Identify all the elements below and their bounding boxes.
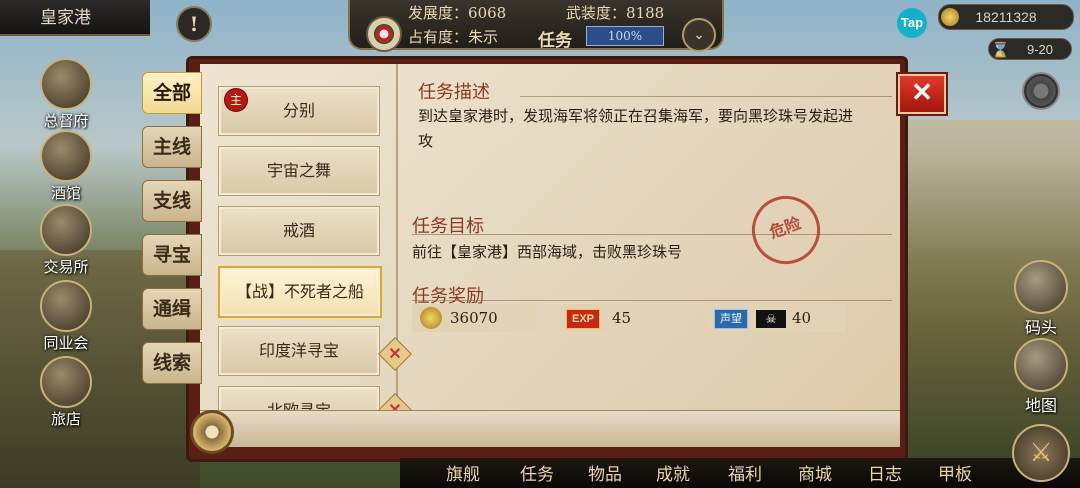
quest-item[interactable]: 宇宙之舞 xyxy=(218,146,380,196)
anchor-icon xyxy=(40,280,92,332)
nav-welfare[interactable]: 福利 xyxy=(728,460,762,485)
tab-treasure[interactable]: 寻宝 xyxy=(142,234,202,276)
quest-item[interactable]: 北欧寻宝 xyxy=(218,386,380,410)
quest-item-selected[interactable]: 【战】不死者之船 xyxy=(218,266,382,318)
reward-reputation: 声望 ☠ 40 xyxy=(708,304,846,332)
panel-scroll-rod xyxy=(200,410,900,447)
city-icon-guild[interactable]: 同业会 xyxy=(36,280,96,353)
dropdown-chevron-icon[interactable]: ⌄ xyxy=(682,18,716,52)
stats-bar xyxy=(348,0,724,50)
nav-log[interactable]: 日志 xyxy=(868,460,902,485)
nav-achievements[interactable]: 成就 xyxy=(656,460,690,485)
inn-icon xyxy=(40,356,92,408)
tavern-icon xyxy=(40,130,92,182)
reward-gold: 36070 xyxy=(412,304,536,332)
armament-stat: 武装度：8188 xyxy=(566,4,665,22)
development-stat: 发展度：6068 xyxy=(408,4,507,22)
nation-flag-icon xyxy=(366,16,402,52)
nav-tasks[interactable]: 任务 xyxy=(520,460,554,485)
pirate-flag-icon: ☠ xyxy=(756,310,786,328)
map-button[interactable]: 地图 xyxy=(1008,338,1074,416)
gear-icon[interactable] xyxy=(1022,72,1060,110)
alert-icon[interactable]: ! xyxy=(176,6,212,42)
desc-title: 任务描述 xyxy=(418,82,490,103)
quest-item[interactable]: 戒酒 xyxy=(218,206,380,256)
hourglass-icon: ⌛ xyxy=(991,42,1010,59)
close-button[interactable]: ✕ xyxy=(898,74,946,114)
nav-deck[interactable]: 甲板 xyxy=(938,460,972,485)
occupancy-stat: 占有度：朱示 xyxy=(408,28,499,46)
quest-list[interactable]: 分别 宇宙之舞 戒酒 【战】不死者之船 印度洋寻宝 北欧寻宝 xyxy=(210,64,396,410)
tab-all[interactable]: 全部 xyxy=(142,72,202,114)
city-icon-governor[interactable]: 总督府 xyxy=(36,58,96,131)
dock-button[interactable]: 码头 xyxy=(1008,260,1074,338)
map-scroll-icon xyxy=(1014,338,1068,392)
gold-coin-icon xyxy=(420,306,442,329)
gold-coin-icon xyxy=(941,8,959,26)
dock-icon xyxy=(1014,260,1068,314)
exp-badge-icon: EXP xyxy=(566,309,601,329)
tap-logo-icon[interactable]: Tap xyxy=(897,8,927,38)
nav-shop[interactable]: 商城 xyxy=(798,460,832,485)
tab-side[interactable]: 支线 xyxy=(142,180,202,222)
tab-clue[interactable]: 线索 xyxy=(142,342,202,384)
game-date: ⌛ 9-20 xyxy=(988,38,1072,60)
scales-icon xyxy=(40,204,92,256)
city-icon-tavern[interactable]: 酒馆 xyxy=(36,130,96,203)
crown-icon xyxy=(40,58,92,110)
crossed-swords-icon[interactable]: ⚔ xyxy=(1012,424,1070,482)
task-progress: 100% xyxy=(586,26,664,46)
desc-text: 到达皇家港时，发现海军将领正在召集海军，要向黑珍珠号发起进攻 xyxy=(418,107,854,150)
main-quest-badge: 主 xyxy=(224,88,248,112)
reward-exp: EXP 45 xyxy=(560,304,684,332)
nav-items[interactable]: 物品 xyxy=(588,460,622,485)
goal-text: 前往【皇家港】西部海域，击败黑珍珠号 xyxy=(412,243,683,261)
divider xyxy=(412,300,892,301)
gold-counter: 18211328 xyxy=(938,4,1074,30)
city-name: 皇家港 xyxy=(0,0,150,36)
quest-item[interactable]: 印度洋寻宝 xyxy=(218,326,380,376)
city-icon-inn[interactable]: 旅店 xyxy=(36,356,96,429)
city-icon-exchange[interactable]: 交易所 xyxy=(36,204,96,277)
divider xyxy=(520,96,892,97)
compass-icon xyxy=(190,410,234,454)
nav-flagship[interactable]: 旗舰 xyxy=(446,460,480,485)
reputation-badge-icon: 声望 xyxy=(714,309,748,329)
tab-wanted[interactable]: 通缉 xyxy=(142,288,202,330)
task-label: 任务 xyxy=(538,31,572,51)
tab-main[interactable]: 主线 xyxy=(142,126,202,168)
